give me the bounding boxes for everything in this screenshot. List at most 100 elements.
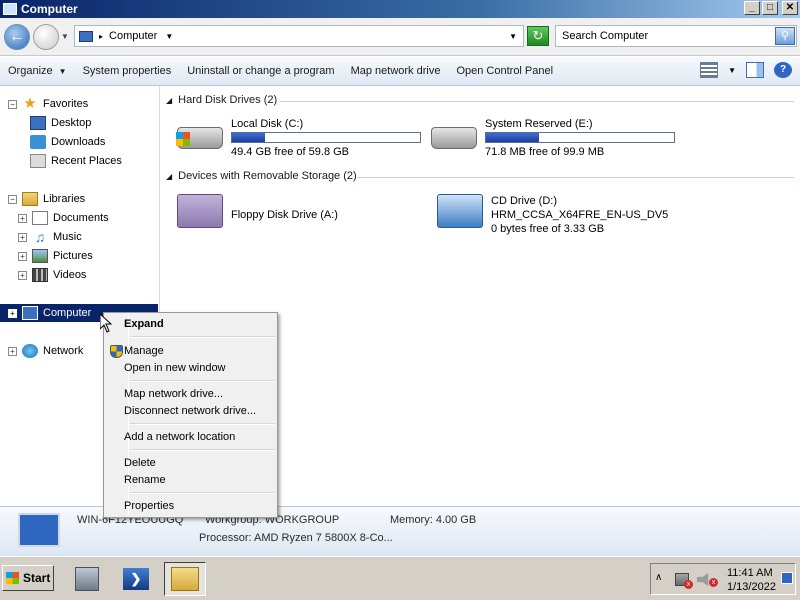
taskbar: Start ❯ ∧ x 11:41 AM 1/13/2022 bbox=[0, 556, 800, 600]
nav-downloads[interactable]: Downloads bbox=[0, 133, 158, 151]
expand-icon[interactable]: + bbox=[18, 213, 27, 223]
clock-time[interactable]: 11:41 AM bbox=[727, 567, 773, 579]
recent-places-icon bbox=[30, 154, 46, 168]
maximize-button[interactable]: □ bbox=[762, 1, 778, 15]
network-status-icon[interactable] bbox=[675, 573, 693, 589]
powershell-taskbar-button[interactable]: ❯ bbox=[115, 562, 157, 596]
nav-favorites[interactable]: − ★ Favorites bbox=[0, 95, 158, 113]
menu-separator bbox=[130, 492, 275, 494]
server-manager-taskbar-button[interactable] bbox=[66, 562, 108, 596]
breadcrumb-arrow-icon[interactable]: ▸ bbox=[99, 32, 103, 41]
music-icon: ♫ bbox=[34, 229, 46, 245]
show-desktop-button[interactable] bbox=[781, 572, 793, 584]
nav-recent-places[interactable]: Recent Places bbox=[0, 152, 158, 170]
start-label: Start bbox=[23, 571, 51, 585]
minimize-button[interactable]: _ bbox=[744, 1, 760, 15]
group-header-hard-disk-drives[interactable]: ◢ Hard Disk Drives (2) bbox=[166, 94, 277, 106]
menu-item-map-network-drive[interactable]: Map network drive... bbox=[106, 386, 275, 403]
collapse-icon[interactable]: − bbox=[8, 194, 17, 204]
nav-label: Computer bbox=[43, 307, 92, 319]
address-history-dropdown[interactable]: ▼ bbox=[509, 32, 517, 41]
open-control-panel-button[interactable]: Open Control Panel bbox=[448, 65, 561, 77]
expand-icon[interactable]: + bbox=[8, 308, 17, 318]
uninstall-program-button[interactable]: Uninstall or change a program bbox=[179, 65, 342, 77]
downloads-icon bbox=[30, 135, 46, 149]
pictures-icon bbox=[32, 249, 48, 263]
videos-icon bbox=[32, 268, 48, 282]
address-bar-area: ← ▼ ▸ Computer ▼ ▼ ↻ ⚲ bbox=[0, 18, 800, 56]
back-button[interactable]: ← bbox=[4, 24, 30, 50]
nav-videos[interactable]: + Videos bbox=[0, 266, 158, 284]
drive-c[interactable]: Local Disk (C:) 49.4 GB free of 59.8 GB bbox=[176, 117, 427, 159]
collapse-group-icon[interactable]: ◢ bbox=[166, 96, 172, 105]
clock-date[interactable]: 1/13/2022 bbox=[727, 581, 776, 593]
menu-item-label: Manage bbox=[124, 345, 164, 357]
start-button[interactable]: Start bbox=[2, 565, 54, 591]
preview-pane-icon[interactable] bbox=[746, 62, 764, 78]
mouse-cursor-icon bbox=[100, 314, 112, 333]
refresh-button[interactable]: ↻ bbox=[527, 26, 549, 46]
menu-item-delete[interactable]: Delete bbox=[106, 455, 275, 472]
menu-item-open-new-window[interactable]: Open in new window bbox=[106, 360, 275, 377]
explorer-taskbar-button[interactable] bbox=[164, 562, 206, 596]
search-icon[interactable]: ⚲ bbox=[775, 27, 795, 45]
drive-free-space: 71.8 MB free of 99.9 MB bbox=[485, 146, 605, 158]
nav-documents[interactable]: + Documents bbox=[0, 209, 158, 227]
system-tray: ∧ x 11:41 AM 1/13/2022 bbox=[650, 563, 796, 595]
collapse-group-icon[interactable]: ◢ bbox=[166, 172, 172, 181]
address-input[interactable]: ▸ Computer ▼ ▼ bbox=[74, 25, 524, 47]
nav-label: Network bbox=[43, 345, 84, 357]
libraries-icon bbox=[22, 192, 38, 206]
map-network-drive-button[interactable]: Map network drive bbox=[343, 65, 449, 77]
menu-separator bbox=[130, 423, 275, 425]
expand-icon[interactable]: + bbox=[18, 232, 27, 242]
drive-name: CD Drive (D:) bbox=[491, 195, 557, 207]
menu-item-expand[interactable]: Expand bbox=[106, 316, 275, 333]
drive-a[interactable]: Floppy Disk Drive (A:) bbox=[177, 194, 427, 228]
command-toolbar: Organize ▼ System properties Uninstall or… bbox=[0, 57, 800, 86]
nav-label: Music bbox=[53, 231, 82, 243]
forward-button[interactable] bbox=[33, 24, 59, 50]
organize-button[interactable]: Organize ▼ bbox=[0, 65, 75, 77]
computer-icon bbox=[22, 306, 38, 320]
expand-icon[interactable]: + bbox=[8, 346, 17, 356]
expand-icon[interactable]: + bbox=[18, 251, 27, 261]
recent-pages-dropdown[interactable]: ▼ bbox=[61, 32, 69, 41]
menu-item-disconnect-network-drive[interactable]: Disconnect network drive... bbox=[106, 403, 275, 420]
menu-item-rename[interactable]: Rename bbox=[106, 472, 275, 489]
show-hidden-icons-button[interactable]: ∧ bbox=[655, 572, 662, 583]
capacity-fill bbox=[232, 133, 265, 142]
menu-item-add-network-location[interactable]: Add a network location bbox=[106, 429, 275, 446]
nav-libraries[interactable]: − Libraries bbox=[0, 190, 158, 208]
help-icon[interactable]: ? bbox=[774, 62, 792, 78]
title-bar: Computer _ □ ✕ bbox=[0, 0, 800, 18]
expand-icon[interactable]: + bbox=[18, 270, 27, 280]
group-title: Devices with Removable Storage (2) bbox=[178, 170, 357, 182]
search-input[interactable] bbox=[556, 30, 771, 42]
nav-pictures[interactable]: + Pictures bbox=[0, 247, 158, 265]
nav-label: Videos bbox=[53, 269, 87, 281]
close-button[interactable]: ✕ bbox=[782, 1, 798, 15]
nav-music[interactable]: + ♫ Music bbox=[0, 228, 158, 246]
group-header-removable-storage[interactable]: ◢ Devices with Removable Storage (2) bbox=[166, 170, 357, 182]
group-divider bbox=[280, 101, 794, 102]
drive-d[interactable]: CD Drive (D:) HRM_CCSA_X64FRE_EN-US_DV5 … bbox=[437, 194, 737, 236]
nav-label: Downloads bbox=[51, 136, 106, 148]
nav-label: Desktop bbox=[51, 117, 92, 129]
drive-name: Local Disk (C:) bbox=[231, 118, 304, 130]
view-options-dropdown[interactable]: ▼ bbox=[728, 66, 736, 75]
change-view-icon[interactable] bbox=[700, 62, 719, 78]
capacity-fill bbox=[486, 133, 539, 142]
breadcrumb-dropdown-icon[interactable]: ▼ bbox=[165, 32, 173, 41]
system-properties-button[interactable]: System properties bbox=[75, 65, 180, 77]
search-box: ⚲ bbox=[555, 25, 797, 47]
memory: Memory: 4.00 GB bbox=[390, 514, 477, 526]
menu-item-properties[interactable]: Properties bbox=[106, 498, 275, 515]
menu-item-manage[interactable]: Manage bbox=[106, 343, 275, 360]
drive-free-space: 0 bytes free of 3.33 GB bbox=[491, 223, 605, 235]
nav-desktop[interactable]: Desktop bbox=[0, 114, 158, 132]
drive-e[interactable]: System Reserved (E:) 71.8 MB free of 99.… bbox=[431, 117, 681, 159]
collapse-icon[interactable]: − bbox=[8, 99, 17, 109]
breadcrumb-computer[interactable]: Computer bbox=[109, 30, 157, 42]
computer-icon bbox=[79, 30, 93, 42]
